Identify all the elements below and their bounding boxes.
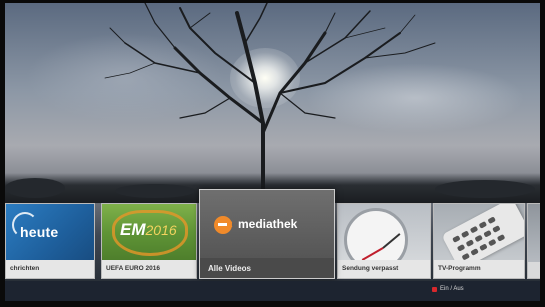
remote-button (470, 248, 479, 256)
remote-button (452, 235, 461, 243)
on-off-toggle[interactable]: Ein / Aus (432, 286, 464, 292)
tile-mediathek-selected[interactable]: 2 mediathek Alle Videos (199, 189, 335, 279)
clock-hand (382, 233, 401, 249)
tile-caption: TV-Programm (434, 260, 524, 278)
remote-button (492, 225, 501, 233)
remote-button (483, 229, 492, 238)
remote-button (478, 221, 488, 229)
remote-button (456, 243, 466, 252)
tv-screen: heute chrichten EM2016 UEFA EURO 2016 Se… (5, 3, 540, 301)
remote-button (465, 239, 475, 247)
tile-caption: Sendung verpasst (338, 260, 430, 278)
zdf-logo-text: 2 (228, 220, 233, 229)
tile-caption: Alle Videos (200, 258, 334, 278)
heute-logo: heute (20, 224, 59, 240)
mediathek-logo: mediathek (238, 217, 298, 231)
em-logo: EM2016 (120, 220, 177, 239)
tile-art (338, 204, 430, 272)
clock-hand (361, 247, 384, 261)
background-tree (5, 3, 535, 203)
tile-caption: chrichten (6, 260, 94, 278)
tile-caption: UEFA EURO 2016 (102, 260, 196, 278)
tile-heute[interactable]: heute chrichten (5, 203, 95, 279)
tile-art: heute (6, 204, 94, 262)
tile-art: EM2016 (102, 204, 196, 262)
toggle-label: Ein / Aus (440, 286, 464, 292)
remote-button (496, 234, 506, 242)
tile-art: 2 mediathek (200, 190, 334, 260)
tile-row: heute chrichten EM2016 UEFA EURO 2016 Se… (5, 189, 540, 283)
remote-button (487, 216, 496, 225)
tile-partial[interactable] (527, 203, 540, 279)
remote-button (487, 238, 497, 247)
tile-art (528, 204, 540, 262)
remote-button (479, 243, 488, 252)
tile-art (434, 204, 524, 271)
tile-em2016[interactable]: EM2016 UEFA EURO 2016 (101, 203, 197, 279)
red-button-icon (432, 286, 437, 292)
remote-button (474, 234, 483, 243)
remote-button (469, 225, 479, 234)
tile-tv-programm[interactable]: TV-Programm (433, 203, 525, 279)
tile-sendung-verpasst[interactable]: Sendung verpasst (337, 203, 431, 279)
remote-button (460, 230, 470, 239)
